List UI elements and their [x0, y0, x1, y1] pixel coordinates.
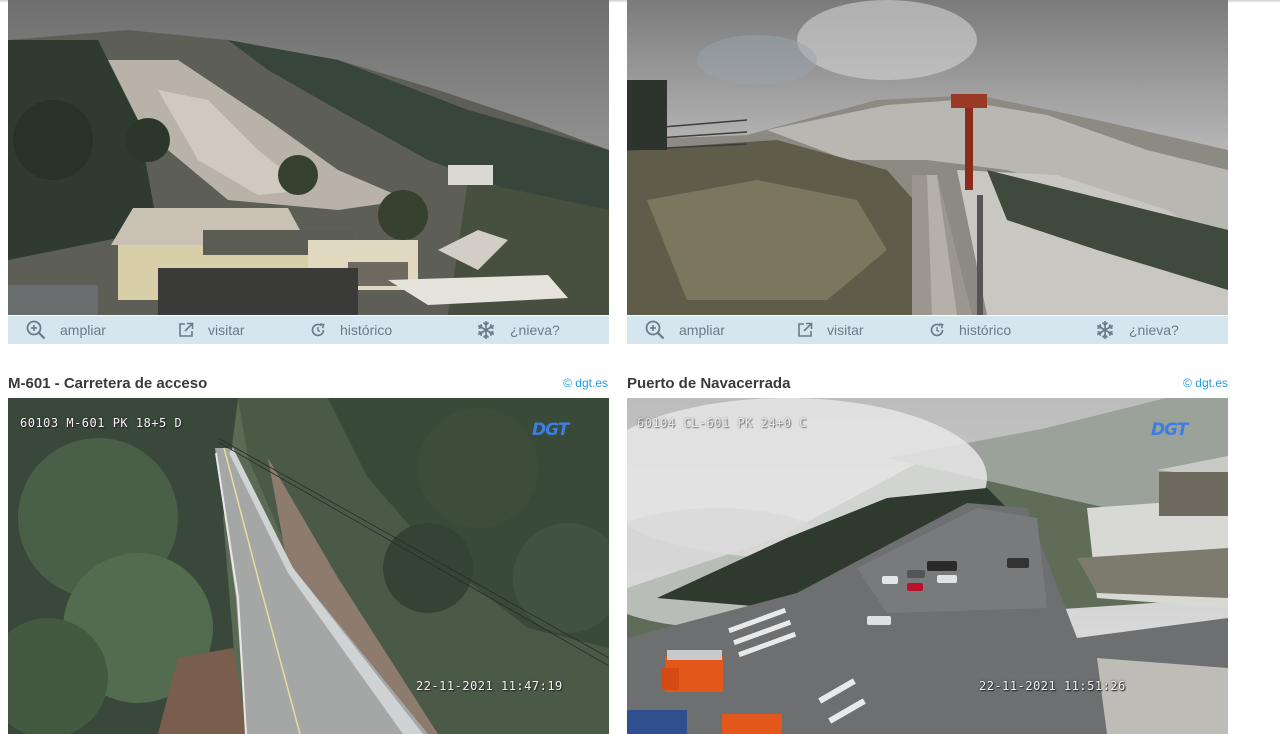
timestamp-overlay: 22-11-2021 11:51:26: [979, 679, 1126, 693]
history-label: histórico: [959, 322, 1012, 338]
snowflake-icon: [1096, 321, 1114, 339]
zoom-button[interactable]: ampliar: [645, 316, 725, 344]
camera-title: Puerto de Navacerrada: [627, 375, 791, 392]
camera-id-overlay: 60103 M-601 PK 18+5 D: [20, 416, 183, 430]
dgt-logo: DGT: [1151, 420, 1188, 440]
webcam-image-road-m601[interactable]: 60103 M-601 PK 18+5 D DGT 22-11-2021 11:…: [8, 398, 609, 734]
external-link-icon: [798, 322, 813, 337]
visit-label: visitar: [827, 322, 864, 338]
source-link[interactable]: © dgt.es: [1183, 376, 1228, 390]
snow-label: ¿nieva?: [1129, 322, 1179, 338]
webcam-image-summit[interactable]: [627, 0, 1228, 315]
webcam-toolbar: ampliar visitar histórico ¿nieva?: [627, 316, 1228, 344]
timestamp-overlay: 22-11-2021 11:47:19: [416, 679, 563, 693]
history-label: histórico: [340, 322, 393, 338]
history-icon: [930, 323, 944, 337]
snow-label: ¿nieva?: [510, 322, 560, 338]
zoom-label: ampliar: [679, 322, 725, 338]
dgt-logo: DGT: [532, 420, 569, 440]
camera-id-overlay: 60104 CL-601 PK 24+0 C: [637, 416, 807, 430]
zoom-label: ampliar: [60, 322, 106, 338]
history-button[interactable]: histórico: [310, 316, 392, 344]
snow-check-button[interactable]: ¿nieva?: [1095, 316, 1179, 344]
camera-title: M-601 - Carretera de acceso: [8, 375, 208, 392]
zoom-button[interactable]: ampliar: [26, 316, 106, 344]
visit-button[interactable]: visitar: [178, 316, 245, 344]
history-icon: [311, 323, 325, 337]
external-link-icon: [179, 322, 194, 337]
snow-check-button[interactable]: ¿nieva?: [476, 316, 560, 344]
zoom-in-icon: [645, 320, 665, 340]
webcam-toolbar: ampliar visitar histórico ¿nieva?: [8, 316, 609, 344]
source-link[interactable]: © dgt.es: [563, 376, 608, 390]
webcam-image-navacerrada-pass[interactable]: 60104 CL-601 PK 24+0 C DGT 22-11-2021 11…: [627, 398, 1228, 734]
visit-button[interactable]: visitar: [797, 316, 864, 344]
visit-label: visitar: [208, 322, 245, 338]
snowflake-icon: [477, 321, 495, 339]
history-button[interactable]: histórico: [929, 316, 1011, 344]
webcam-image-ski-resort[interactable]: [8, 0, 609, 315]
zoom-in-icon: [26, 320, 46, 340]
